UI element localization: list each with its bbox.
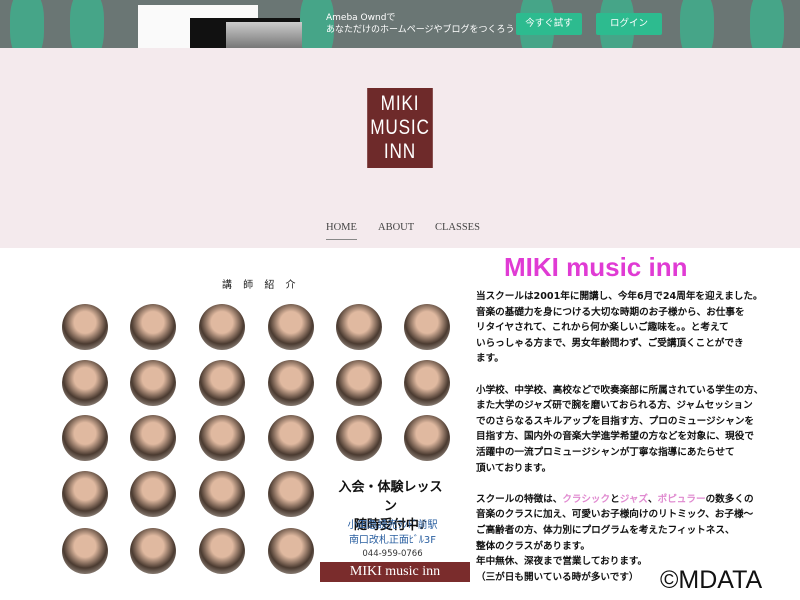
instructor-photo xyxy=(130,360,176,406)
instructor-photo xyxy=(336,415,382,461)
body-line: 活躍中の一流プロミュージシャンが丁寧な指導にあたらせて xyxy=(476,446,735,458)
nav-about[interactable]: ABOUT xyxy=(378,222,414,233)
text: と xyxy=(610,493,620,505)
text: 、 xyxy=(648,493,658,505)
promo-banner: MIKI music inn xyxy=(320,562,470,582)
jazz-text: ジャズ xyxy=(619,493,649,505)
instructor-photo xyxy=(130,471,176,517)
body-line: リタイヤされて、これから何か楽しいご趣味を。。と考えて xyxy=(476,322,729,334)
login-button[interactable]: ログイン xyxy=(596,13,662,35)
body-line: 当スクールは2001年に開講し、今年6月で24周年を迎えました。 xyxy=(476,291,763,302)
instructor-photo xyxy=(404,304,450,350)
instructor-photo xyxy=(268,304,314,350)
instructor-photo xyxy=(336,304,382,350)
instructors-title: 講 師 紹 介 xyxy=(222,280,300,291)
body-line: 音楽の基礎力を身につける大切な時期のお子様から、お仕事を xyxy=(476,306,745,318)
preview-image xyxy=(190,18,302,48)
instructor-photo xyxy=(130,304,176,350)
ameba-ownd-banner: Ameba Owndであなただけのホームページやブログをつくろう 今すぐ試す ロ… xyxy=(0,0,800,48)
instructor-photo xyxy=(62,360,108,406)
text: スクールの特徴は、 xyxy=(476,493,563,505)
instructor-photo xyxy=(199,304,245,350)
promo-address2: 南口改札正面ﾋﾞﾙ3F xyxy=(348,535,437,546)
promo-line1: 入会・体験レッスン xyxy=(338,480,443,514)
try-now-button[interactable]: 今すぐ試す xyxy=(516,13,582,35)
body-line: 目指す方、国内外の音楽大学進学希望の方などを対象に、現役で xyxy=(476,431,754,443)
instructor-photo xyxy=(404,360,450,406)
instructor-photo xyxy=(199,471,245,517)
nav-home[interactable]: HOME xyxy=(326,222,357,240)
instructor-photo xyxy=(268,471,314,517)
banner-line1: Ameba Owndで xyxy=(326,13,396,23)
main-body: 当スクールは2001年に開講し、今年6月で24周年を迎えました。 音楽の基礎力を身… xyxy=(476,289,763,585)
body-line: 頂いております。 xyxy=(476,462,552,474)
banner-line2: あなただけのホームページやブログをつくろう xyxy=(326,25,515,35)
instructor-photo xyxy=(130,528,176,574)
instructor-photo xyxy=(62,528,108,574)
text: の数多くの xyxy=(705,493,754,505)
instructor-photo xyxy=(199,528,245,574)
body-line: いらっしゃる方まで、男女年齢問わず、ご受講頂くことができ xyxy=(476,337,744,349)
instructor-photo xyxy=(404,415,450,461)
promo-phone: 044-959-0766 xyxy=(362,549,423,559)
instructor-photo xyxy=(62,471,108,517)
classic-text: クラシック xyxy=(562,493,611,505)
watermark: ©MDATA xyxy=(660,566,763,594)
instructor-photo xyxy=(62,304,108,350)
body-line: でのさらなるスキルアップを目指す方、プロのミュージシャンを xyxy=(476,415,755,427)
instructor-photo xyxy=(336,360,382,406)
body-line: 音楽のクラスに加え、可愛いお子様向けのリトミック、お子様～ xyxy=(476,509,754,521)
instructor-photo xyxy=(130,415,176,461)
instructor-photo xyxy=(199,415,245,461)
instructor-photo xyxy=(62,415,108,461)
instructor-photo xyxy=(268,528,314,574)
site-logo[interactable]: MIKI MUSIC INN xyxy=(367,88,433,168)
body-line: ご高齢者の方、体力別にプログラムを考えたフィットネス、 xyxy=(476,524,735,536)
body-line: 整体のクラスがあります。 xyxy=(476,540,590,552)
instructor-photo xyxy=(268,360,314,406)
main-title: MIKI music inn xyxy=(504,252,688,282)
nav-classes[interactable]: CLASSES xyxy=(435,222,480,233)
promo-address1: 小田急読売ﾗﾝﾄﾞ前駅 xyxy=(347,520,438,531)
instructor-photo xyxy=(268,415,314,461)
site-header: MIKI MUSIC INN HOME ABOUT CLASSES xyxy=(0,48,800,248)
body-line: 小学校、中学校、高校などで吹奏楽部に所属されている学生の方、 xyxy=(476,384,764,396)
body-line: ます。 xyxy=(476,353,504,365)
pop-text: ポピュラー xyxy=(657,493,706,505)
body-line: また大学のジャズ研で腕を磨いておられる方、ジャムセッション xyxy=(476,400,753,412)
instructor-photo xyxy=(199,360,245,406)
